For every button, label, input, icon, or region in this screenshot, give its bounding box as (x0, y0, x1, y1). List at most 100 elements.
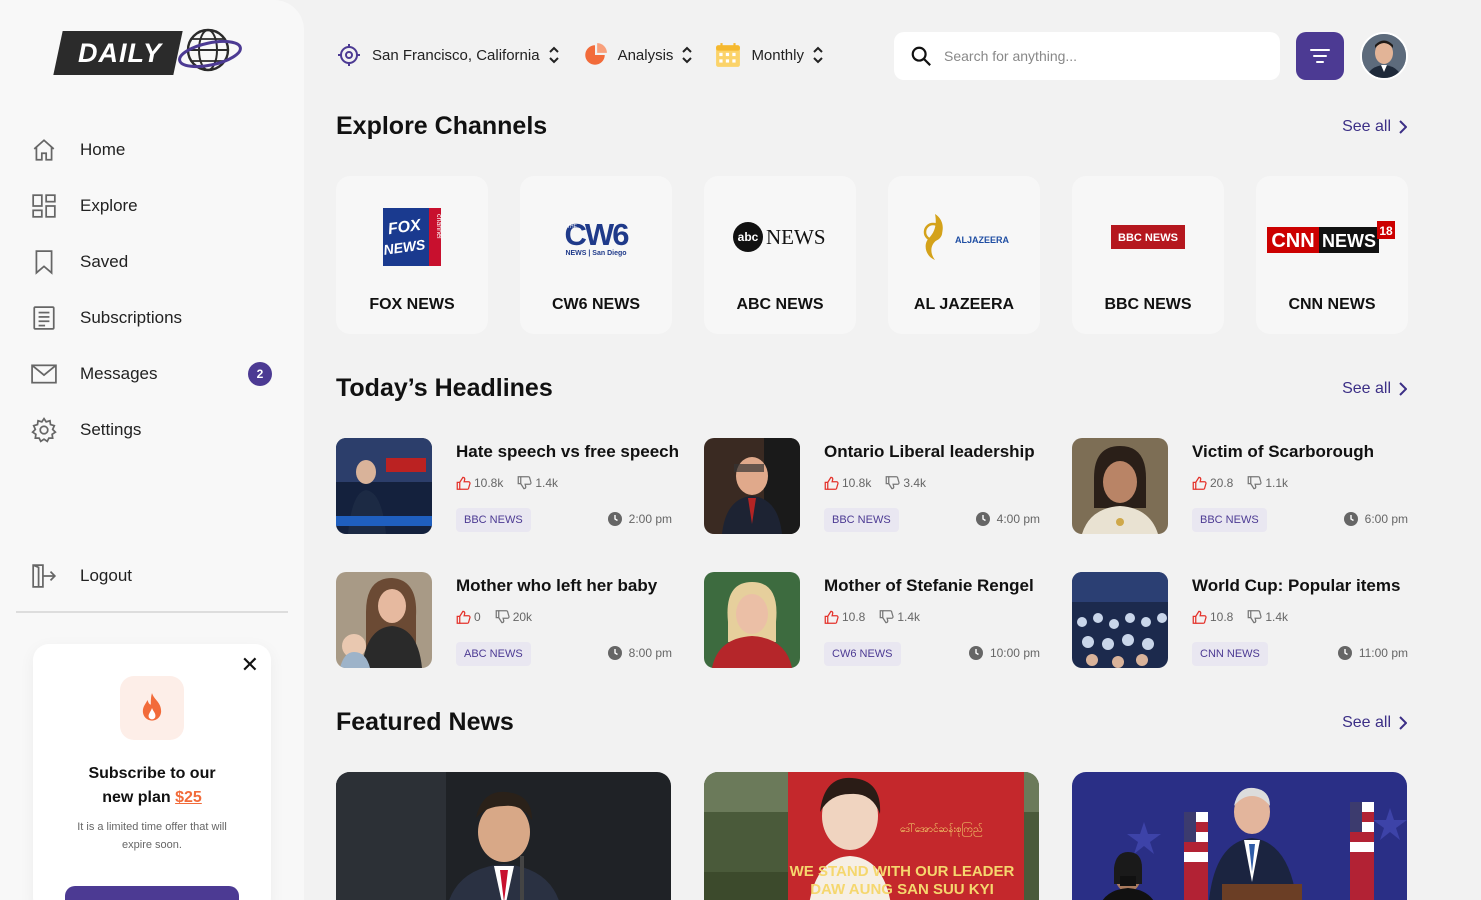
headline-card[interactable]: Hate speech vs free speech 10.8k 1.4k BB… (336, 438, 679, 534)
channel-name: BBC NEWS (1104, 296, 1192, 313)
subscribe-button[interactable] (65, 886, 239, 900)
source-tag[interactable]: CW6 NEWS (824, 642, 901, 666)
headline-thumbnail (1072, 572, 1168, 668)
sidebar-item-messages[interactable]: Messages 2 (30, 346, 274, 402)
headlines-title: Today’s Headlines (336, 374, 553, 402)
analysis-selector[interactable]: Analysis (582, 42, 694, 68)
headline-title: Mother who left her baby (456, 576, 658, 595)
svg-text:NEWS | San Diego: NEWS | San Diego (565, 250, 626, 257)
clock-icon (607, 512, 622, 526)
fire-icon (120, 676, 184, 740)
filter-button[interactable] (1296, 32, 1344, 80)
cw6-news-logo: CW6 THE NEWS | San Diego (520, 204, 672, 270)
dislike-count[interactable]: 1.4k (517, 476, 558, 490)
search-input[interactable] (944, 48, 1264, 64)
banner-text-line1: WE STAND WITH OUR LEADER (790, 863, 1015, 880)
location-target-icon (336, 42, 362, 68)
svg-text:abc: abc (738, 230, 759, 244)
clock-icon (1337, 646, 1352, 660)
featured-news-card[interactable] (336, 772, 671, 900)
headline-card[interactable]: Mother who left her baby 0 20k ABC NEWS … (336, 572, 672, 668)
sort-chevron-icon (548, 46, 559, 64)
globe-icon (178, 28, 242, 72)
headline-thumbnail (336, 438, 432, 534)
clock-icon (975, 512, 990, 526)
sidebar-item-explore[interactable]: Explore (30, 178, 274, 234)
bbc-news-logo: BBC NEWS (1072, 204, 1224, 270)
close-icon[interactable]: ✕ (241, 654, 259, 676)
channels-see-all-link[interactable]: See all (1342, 118, 1407, 136)
period-selector[interactable]: Monthly (715, 42, 824, 68)
thumbs-up-icon (824, 610, 839, 624)
headlines-see-all-link[interactable]: See all (1342, 380, 1407, 398)
like-count[interactable]: 20.8 (1192, 476, 1233, 490)
channel-card-cw6-news[interactable]: CW6 THE NEWS | San Diego CW6 NEWS (520, 176, 672, 334)
like-count[interactable]: 10.8k (456, 476, 503, 490)
sidebar-item-settings[interactable]: Settings (30, 402, 274, 458)
thumbs-up-icon (456, 476, 471, 490)
calendar-icon (715, 42, 741, 68)
location-selector[interactable]: San Francisco, California (336, 42, 560, 68)
headline-card[interactable]: Mother of Stefanie Rengel 10.8 1.4k CW6 … (704, 572, 1040, 668)
document-icon (30, 304, 58, 332)
featured-news-card[interactable] (1072, 772, 1407, 900)
headline-card[interactable]: World Cup: Popular items 10.8 1.4k CNN N… (1072, 572, 1408, 668)
channel-card-bbc-news[interactable]: BBC NEWS BBC NEWS (1072, 176, 1224, 334)
source-tag[interactable]: BBC NEWS (824, 508, 899, 532)
logout-button[interactable]: Logout (30, 548, 132, 604)
headline-title: Victim of Scarborough (1192, 442, 1374, 461)
channel-card-fox-news[interactable]: FOX NEWS channel FOX NEWS (336, 176, 488, 334)
headline-thumbnail (704, 438, 800, 534)
dislike-count[interactable]: 1.1k (1247, 476, 1288, 490)
thumbs-down-icon (517, 476, 532, 490)
dislike-count[interactable]: 3.4k (885, 476, 926, 490)
like-count[interactable]: 0 (456, 610, 481, 624)
source-tag[interactable]: CNN NEWS (1192, 642, 1268, 666)
featured-news-title: Featured News (336, 708, 514, 736)
logout-icon (30, 562, 58, 590)
channel-list: FOX NEWS channel FOX NEWS CW6 THE NEWS |… (336, 176, 1408, 334)
subscribe-promo-card: ✕ Subscribe to our new plan $25 It is a … (33, 644, 271, 900)
sort-chevron-icon (813, 46, 823, 64)
thumbs-up-icon (1192, 610, 1207, 624)
featured-news-card[interactable]: ဒေါ်အောင်ဆန်းစုကြည် WE STAND WITH OUR LE… (704, 772, 1039, 900)
sidebar-item-saved[interactable]: Saved (30, 234, 274, 290)
logout-label: Logout (80, 566, 132, 585)
headline-title: Hate speech vs free speech (456, 442, 680, 461)
logo-text: DAILY (78, 38, 162, 68)
dislike-count[interactable]: 1.4k (1247, 610, 1288, 624)
clock-icon (968, 646, 983, 660)
period-label: Monthly (751, 46, 804, 64)
grid-icon (30, 192, 58, 220)
publish-time: 6:00 pm (1343, 512, 1408, 526)
daily-logo[interactable]: DAILY (53, 28, 244, 76)
like-count[interactable]: 10.8 (1192, 610, 1233, 624)
like-count[interactable]: 10.8k (824, 476, 871, 490)
svg-text:channel: channel (435, 214, 441, 239)
publish-time: 10:00 pm (968, 646, 1040, 660)
analysis-label: Analysis (617, 46, 674, 64)
channel-card-al-jazeera[interactable]: ALJAZEERA AL JAZEERA (888, 176, 1040, 334)
source-tag[interactable]: BBC NEWS (1192, 508, 1267, 532)
featured-see-all-link[interactable]: See all (1342, 714, 1407, 732)
channel-name: ABC NEWS (736, 296, 824, 313)
channel-card-abc-news[interactable]: abc NEWS ABC NEWS (704, 176, 856, 334)
source-tag[interactable]: BBC NEWS (456, 508, 531, 532)
headline-card[interactable]: Ontario Liberal leadership 10.8k 3.4k BB… (704, 438, 1040, 534)
dislike-count[interactable]: 1.4k (879, 610, 920, 624)
explore-channels-title: Explore Channels (336, 112, 548, 140)
chevron-right-icon (1399, 120, 1407, 134)
abc-news-logo: abc NEWS (704, 204, 856, 270)
headline-card[interactable]: Victim of Scarborough 20.8 1.1k BBC NEWS… (1072, 438, 1408, 534)
publish-time: 2:00 pm (607, 512, 672, 526)
like-count[interactable]: 10.8 (824, 610, 865, 624)
channel-card-cnn-news[interactable]: CNN NEWS 18 CNN NEWS (1256, 176, 1408, 334)
sidebar-item-subscriptions[interactable]: Subscriptions (30, 290, 274, 346)
dislike-count[interactable]: 20k (495, 610, 532, 624)
al-jazeera-logo: ALJAZEERA (888, 204, 1040, 270)
user-avatar[interactable] (1360, 32, 1408, 80)
home-icon (30, 136, 58, 164)
sidebar-item-label: Saved (80, 252, 129, 271)
source-tag[interactable]: ABC NEWS (456, 642, 531, 666)
sidebar-item-home[interactable]: Home (30, 122, 274, 178)
